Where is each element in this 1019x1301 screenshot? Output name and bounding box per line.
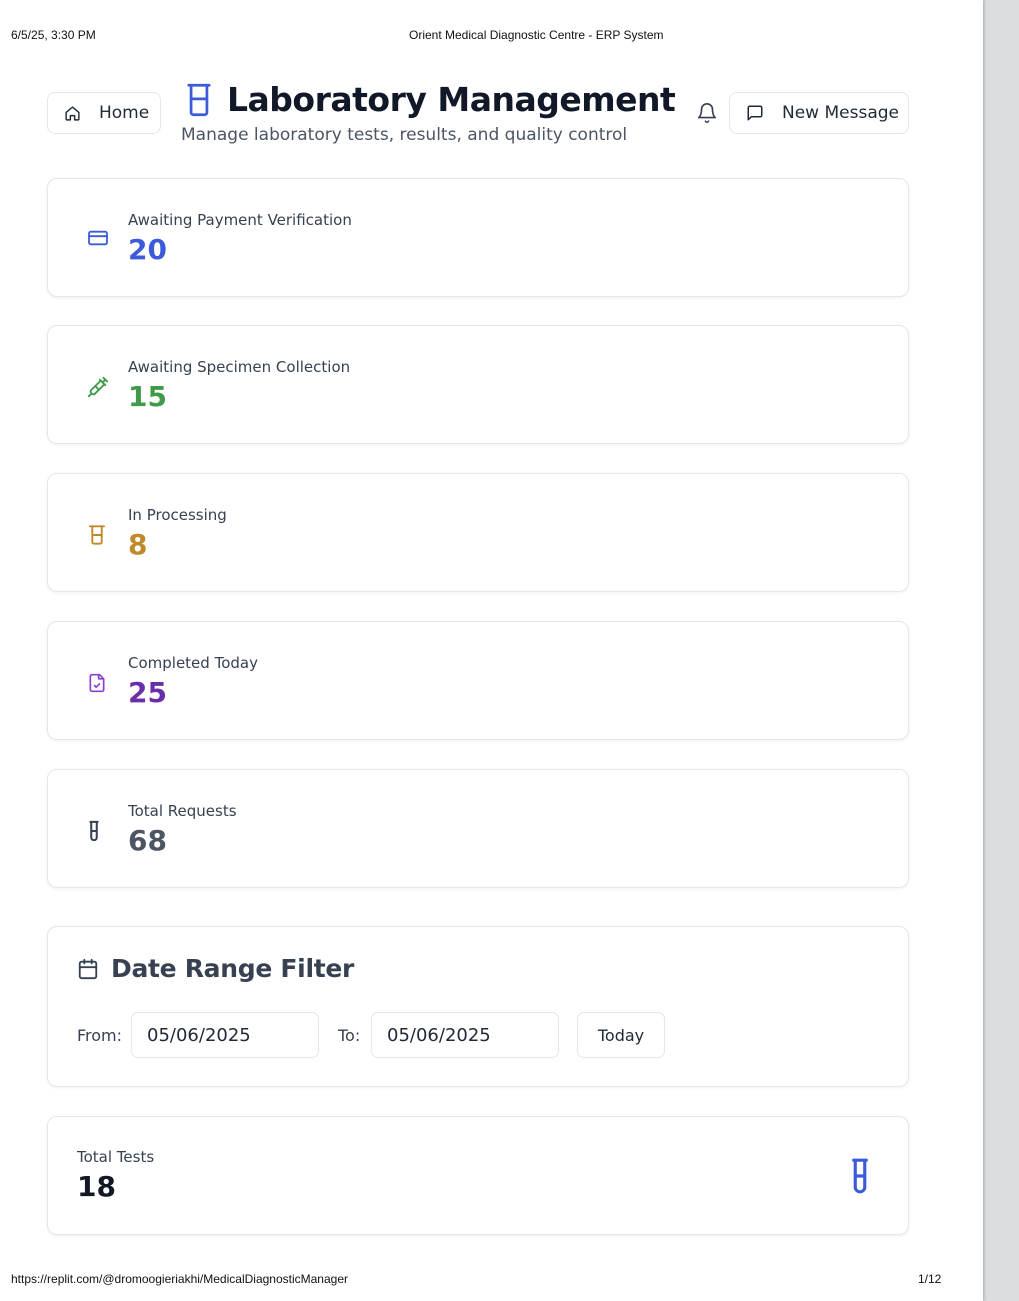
- page-title-group: Laboratory Management: [185, 80, 676, 119]
- stat-value: 8: [128, 528, 148, 561]
- total-tests-label: Total Tests: [77, 1148, 155, 1166]
- to-date-input[interactable]: 05/06/2025: [371, 1012, 559, 1058]
- stat-label: Awaiting Specimen Collection: [128, 358, 351, 376]
- beaker-icon: [187, 83, 211, 116]
- new-message-label: New Message: [782, 103, 899, 123]
- print-header-datetime: 6/5/25, 3:30 PM: [11, 28, 96, 42]
- page-subtitle: Manage laboratory tests, results, and qu…: [181, 125, 628, 145]
- stat-label: In Processing: [128, 506, 227, 524]
- to-label: To:: [338, 1026, 361, 1045]
- print-footer-url: https://replit.com/@dromoogieriakhi/Medi…: [11, 1272, 348, 1286]
- stat-label: Completed Today: [128, 654, 258, 672]
- filter-header: Date Range Filter: [77, 954, 354, 983]
- test-tube-icon: [89, 820, 99, 842]
- today-button[interactable]: Today: [577, 1012, 665, 1058]
- stat-card-completed[interactable]: Completed Today 25: [47, 621, 909, 740]
- calendar-icon: [78, 958, 98, 979]
- stat-card-processing[interactable]: In Processing 8: [47, 473, 909, 592]
- page-title: Laboratory Management: [227, 80, 676, 119]
- total-tests-card: Total Tests 18: [47, 1116, 909, 1235]
- stat-card-payment[interactable]: Awaiting Payment Verification 20: [47, 178, 909, 297]
- bell-icon[interactable]: [696, 102, 718, 124]
- beaker-icon: [88, 525, 106, 545]
- from-date-input[interactable]: 05/06/2025: [131, 1012, 319, 1058]
- new-message-button[interactable]: New Message: [729, 92, 909, 134]
- stat-value: 25: [128, 676, 167, 709]
- message-square-icon: [747, 105, 763, 121]
- stat-label: Total Requests: [128, 802, 237, 820]
- print-page: 6/5/25, 3:30 PM Orient Medical Diagnosti…: [0, 0, 983, 1301]
- stat-label: Awaiting Payment Verification: [128, 211, 352, 229]
- filter-title: Date Range Filter: [111, 954, 355, 983]
- from-label: From:: [77, 1026, 123, 1045]
- stat-card-total-requests[interactable]: Total Requests 68: [47, 769, 909, 888]
- total-tests-value: 18: [77, 1170, 116, 1203]
- print-header-title: Orient Medical Diagnostic Centre - ERP S…: [409, 28, 664, 42]
- syringe-icon: [87, 376, 109, 398]
- stat-card-specimen[interactable]: Awaiting Specimen Collection 15: [47, 325, 909, 444]
- test-tube-icon: [852, 1158, 868, 1194]
- credit-card-icon: [88, 230, 108, 246]
- home-button-label: Home: [99, 103, 150, 123]
- stat-value: 68: [128, 824, 167, 857]
- home-button[interactable]: Home: [47, 92, 161, 134]
- home-icon: [65, 105, 80, 121]
- print-footer-page-number: 1/12: [918, 1272, 942, 1286]
- date-range-filter: Date Range Filter From: 05/06/2025 To: 0…: [47, 926, 909, 1087]
- file-check-icon: [89, 673, 105, 693]
- stat-value: 15: [128, 380, 167, 413]
- stat-value: 20: [128, 233, 167, 266]
